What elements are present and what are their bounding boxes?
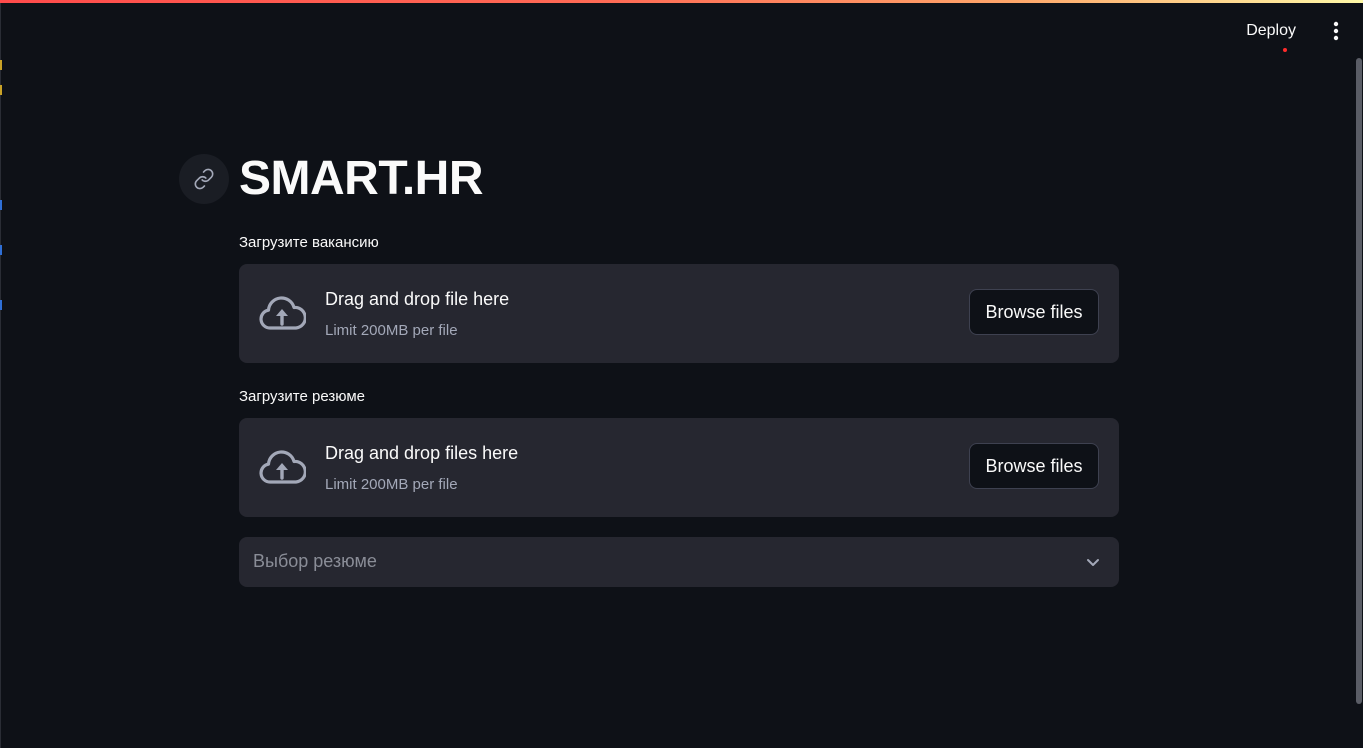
app-page: Deploy SMART.HR Загрузите вакансию Drag … — [0, 0, 1363, 748]
chevron-down-icon — [1087, 559, 1099, 566]
resume-select-placeholder: Выбор резюме — [253, 551, 377, 571]
cloud-upload-icon — [259, 450, 306, 484]
header-decoration-bar — [0, 0, 1363, 3]
sidebar-collapsed-edge — [0, 3, 1, 748]
status-dot — [1283, 48, 1288, 52]
page-scrollbar[interactable] — [1356, 58, 1362, 704]
deploy-button-label: Deploy — [1246, 22, 1296, 39]
resume-limit-text: Limit 200MB per file — [325, 476, 458, 493]
edge-marker — [0, 200, 2, 210]
resume-uploader-label: Загрузите резюме — [239, 388, 365, 405]
edge-marker — [0, 300, 2, 310]
edge-marker — [0, 245, 2, 255]
edge-marker — [0, 60, 2, 70]
title-anchor-link[interactable] — [179, 154, 229, 204]
title-row: SMART.HR — [179, 152, 484, 206]
edge-marker — [0, 85, 2, 95]
link-icon — [194, 168, 214, 190]
more-vertical-icon — [1333, 21, 1339, 41]
resume-dropzone[interactable]: Drag and drop files here Limit 200MB per… — [239, 418, 1119, 517]
vacancy-uploader-label: Загрузите вакансию — [239, 234, 379, 251]
resume-browse-files-button[interactable]: Browse files — [969, 443, 1099, 489]
top-toolbar: Deploy — [1234, 3, 1363, 59]
cloud-upload-icon — [259, 296, 306, 330]
vacancy-limit-text: Limit 200MB per file — [325, 322, 458, 339]
vacancy-dropzone[interactable]: Drag and drop file here Limit 200MB per … — [239, 264, 1119, 363]
resume-select[interactable]: Выбор резюме — [239, 537, 1119, 587]
page-title: SMART.HR — [239, 152, 484, 205]
vacancy-drop-text: Drag and drop file here — [325, 289, 510, 309]
main-menu-button[interactable] — [1320, 15, 1352, 47]
deploy-button[interactable]: Deploy — [1234, 16, 1308, 52]
resume-drop-text: Drag and drop files here — [325, 443, 519, 463]
vacancy-browse-files-button[interactable]: Browse files — [969, 289, 1099, 335]
